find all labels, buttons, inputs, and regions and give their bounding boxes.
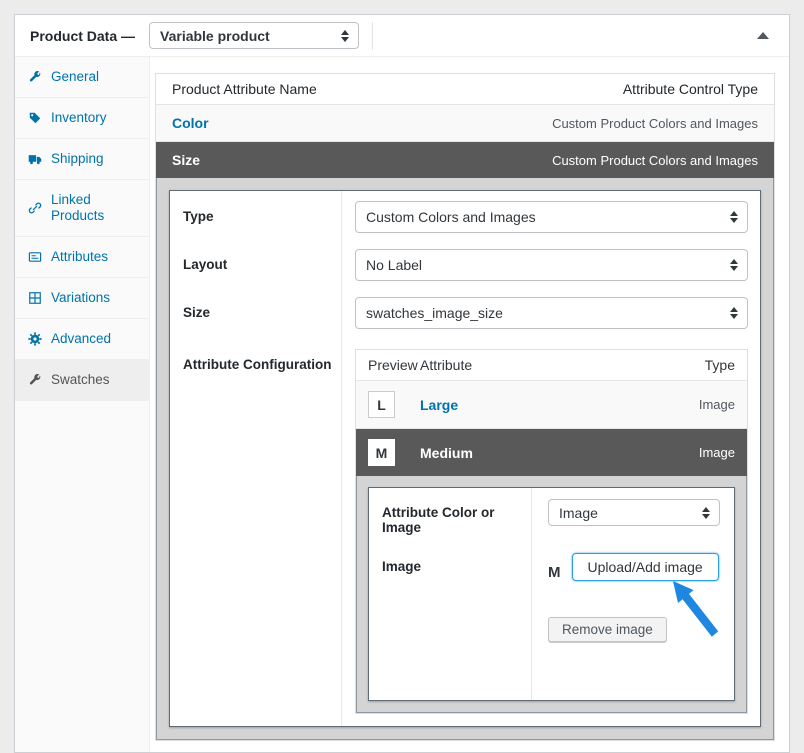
attribute-control-type: Custom Product Colors and Images [552, 153, 758, 168]
attribute-configuration-label: Attribute Configuration [170, 349, 341, 372]
attribute-configuration-table: Preview Attribute Type L Large Image [355, 349, 748, 714]
card-icon [28, 250, 42, 264]
select-stepper-icon [730, 307, 738, 319]
link-icon [28, 201, 42, 215]
size-select[interactable]: swatches_image_size [355, 297, 748, 329]
term-row-large[interactable]: L Large Image [356, 381, 747, 429]
attributes-table-header: Product Attribute Name Attribute Control… [156, 74, 774, 105]
select-stepper-icon [341, 30, 349, 42]
type-label: Type [170, 201, 341, 224]
swatch-preview-box: L [368, 391, 395, 418]
column-type: Type [705, 357, 735, 373]
sidebar-item-label: Variations [51, 290, 110, 306]
layout-select[interactable]: No Label [355, 249, 748, 281]
swatch-letter: L [377, 397, 386, 413]
image-field-row: Image M Upload/Add image Remove image [369, 553, 734, 642]
sidebar-item-label: Swatches [51, 372, 110, 388]
medium-settings-panel: Attribute Color or Image Image [368, 487, 735, 701]
configuration-table-header: Preview Attribute Type [356, 350, 747, 381]
wrench-icon [28, 373, 42, 387]
attribute-configuration-row: Attribute Configuration Preview Attribut… [170, 349, 760, 714]
color-or-image-label: Attribute Color or Image [369, 499, 531, 535]
attribute-name-link[interactable]: Color [172, 115, 209, 131]
product-type-select[interactable]: Variable product [149, 22, 359, 49]
swatch-letter: M [376, 445, 388, 461]
column-attribute: Attribute [420, 357, 705, 373]
product-data-metabox: Product Data — Variable product General [14, 14, 790, 753]
sidebar-item-label: Inventory [51, 110, 107, 126]
swatches-panel: Product Attribute Name Attribute Control… [150, 57, 789, 752]
sidebar-item-attributes[interactable]: Attributes [15, 237, 149, 278]
sidebar-item-shipping[interactable]: Shipping [15, 139, 149, 180]
select-stepper-icon [730, 211, 738, 223]
sidebar-item-inventory[interactable]: Inventory [15, 98, 149, 139]
attributes-table: Product Attribute Name Attribute Control… [155, 73, 775, 741]
remove-image-button[interactable]: Remove image [548, 617, 667, 642]
attribute-row-color[interactable]: Color Custom Product Colors and Images [156, 105, 774, 142]
type-select[interactable]: Custom Colors and Images [355, 201, 748, 233]
sidebar-item-label: Shipping [51, 151, 104, 167]
tag-icon [28, 111, 42, 125]
sidebar-item-label: Advanced [51, 331, 111, 347]
sidebar-item-swatches[interactable]: Swatches [15, 360, 149, 401]
term-type: Image [699, 445, 735, 460]
size-settings-region: Type Custom Colors and Images Layout [156, 178, 774, 740]
layout-field-row: Layout No Label [170, 249, 760, 281]
select-stepper-icon [702, 507, 710, 519]
truck-icon [28, 152, 42, 166]
color-or-image-select[interactable]: Image [548, 499, 720, 526]
medium-settings-region: Attribute Color or Image Image [356, 476, 747, 713]
attribute-name-link[interactable]: Size [172, 152, 200, 168]
sidebar-item-general[interactable]: General [15, 57, 149, 98]
column-preview: Preview [368, 357, 420, 373]
sidebar-item-variations[interactable]: Variations [15, 278, 149, 319]
sidebar-item-label: General [51, 69, 99, 85]
color-or-image-select-value: Image [559, 505, 598, 521]
size-select-value: swatches_image_size [366, 305, 503, 321]
metabox-title: Product Data — [30, 28, 135, 44]
size-field-row: Size swatches_image_size [170, 297, 760, 329]
image-preview-letter: M [548, 564, 561, 581]
collapse-toggle-button[interactable] [749, 22, 777, 50]
layout-label: Layout [170, 249, 341, 272]
term-row-medium[interactable]: M Medium Image [356, 429, 747, 476]
product-data-tabs: General Inventory Shipping Linked Produc… [15, 57, 150, 752]
gear-icon [28, 332, 42, 346]
chevron-up-icon [757, 32, 769, 39]
term-name-link[interactable]: Medium [420, 445, 699, 461]
attribute-control-type: Custom Product Colors and Images [552, 116, 758, 131]
sidebar-item-label: Attributes [51, 249, 108, 265]
sidebar-item-advanced[interactable]: Advanced [15, 319, 149, 360]
image-label: Image [369, 553, 531, 574]
column-attribute-control-type: Attribute Control Type [623, 81, 758, 97]
select-stepper-icon [730, 259, 738, 271]
term-name-link[interactable]: Large [420, 397, 699, 413]
header-divider [372, 22, 373, 50]
color-or-image-field-row: Attribute Color or Image Image [369, 499, 734, 535]
type-select-value: Custom Colors and Images [366, 209, 536, 225]
size-settings-panel: Type Custom Colors and Images Layout [169, 190, 761, 727]
wrench-icon [28, 70, 42, 84]
size-label: Size [170, 297, 341, 320]
type-field-row: Type Custom Colors and Images [170, 201, 760, 233]
column-product-attribute-name: Product Attribute Name [172, 81, 317, 97]
grid-icon [28, 291, 42, 305]
attribute-row-size[interactable]: Size Custom Product Colors and Images [156, 142, 774, 178]
product-type-value: Variable product [160, 28, 270, 44]
sidebar-item-linked-products[interactable]: Linked Products [15, 180, 149, 237]
swatch-preview-box: M [368, 439, 395, 466]
sidebar-item-label: Linked Products [51, 192, 141, 224]
metabox-header: Product Data — Variable product [15, 15, 789, 57]
layout-select-value: No Label [366, 257, 422, 273]
term-type: Image [699, 397, 735, 412]
upload-add-image-button[interactable]: Upload/Add image [572, 553, 719, 581]
